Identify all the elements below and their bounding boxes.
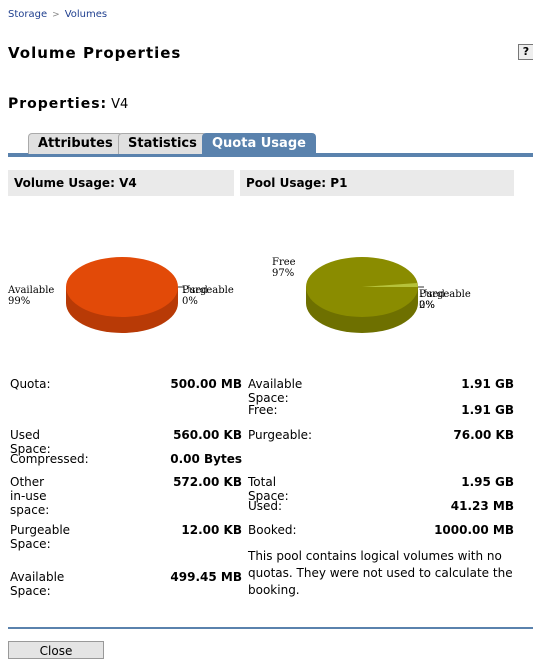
pool-usage-pie-chart — [306, 257, 424, 333]
pool-label-used-name: Used — [419, 289, 445, 300]
row-value: 500.00 MB — [170, 377, 242, 391]
breadcrumb-separator: > — [52, 10, 60, 20]
volume-usage-pie-chart — [66, 257, 184, 333]
row-key: Used: — [248, 499, 283, 513]
row-key: Available Space: — [10, 570, 65, 598]
volume-label-available-pct: 99% — [8, 296, 31, 307]
properties-heading: Properties: V4 — [8, 96, 128, 112]
row-value: 0.00 Bytes — [170, 452, 242, 466]
breadcrumb-storage-link[interactable]: Storage — [8, 9, 47, 20]
row-key: Other in-use space: — [10, 475, 50, 517]
pool-label-free-pct: 97% — [272, 268, 295, 279]
pool-booking-note: This pool contains logical volumes with … — [248, 549, 513, 597]
pool-label-free-name: Free — [272, 257, 296, 268]
breadcrumb: Storage > Volumes — [8, 9, 107, 20]
row-value: 1.91 GB — [461, 403, 514, 417]
row-value: 499.45 MB — [170, 570, 242, 584]
volume-label-purgeable-pct: 0% — [182, 296, 198, 307]
row-key: Quota: — [10, 377, 51, 391]
pool-usage-label: Pool Usage: — [246, 176, 327, 190]
pool-label-used: Used 2% — [419, 289, 445, 311]
breadcrumb-volumes-link[interactable]: Volumes — [65, 9, 107, 20]
row-key: Compressed: — [10, 452, 89, 466]
row-value: 560.00 KB — [173, 428, 242, 442]
row-value: 41.23 MB — [450, 499, 514, 513]
row-value: 1.95 GB — [461, 475, 514, 489]
row-value: 12.00 KB — [181, 523, 242, 537]
row-key: Booked: — [248, 523, 297, 537]
help-icon[interactable]: ? — [518, 44, 533, 60]
row-value: 572.00 KB — [173, 475, 242, 489]
row-key: Free: — [248, 403, 278, 417]
pool-label-used-pct: 2% — [419, 300, 435, 311]
tab-attributes[interactable]: Attributes — [28, 133, 123, 154]
row-key: Purgeable: — [248, 428, 313, 442]
footer-divider — [8, 627, 533, 629]
row-value: 1.91 GB — [461, 377, 514, 391]
row-value: 76.00 KB — [453, 428, 514, 442]
row-key: Available Space: — [248, 377, 303, 405]
properties-value: V4 — [111, 97, 129, 112]
volume-label-used: Used — [182, 285, 208, 296]
volume-usage-value: V4 — [119, 176, 137, 190]
row-key: Purgeable Space: — [10, 523, 71, 551]
pool-label-free: Free 97% — [272, 257, 296, 279]
pool-usage-value: P1 — [330, 176, 348, 190]
volume-label-available-name: Available — [8, 285, 55, 296]
page-title: Volume Properties — [8, 44, 182, 62]
volume-pie-slice-available — [66, 257, 178, 317]
tab-quota-usage[interactable]: Quota Usage — [202, 133, 316, 154]
pool-usage-header: Pool Usage: P1 — [240, 170, 514, 196]
volume-label-used-name: Used — [182, 285, 208, 296]
row-value: 1000.00 MB — [434, 523, 514, 537]
properties-label: Properties: — [8, 96, 108, 112]
tab-statistics[interactable]: Statistics — [118, 133, 207, 154]
volume-label-available: Available 99% — [8, 285, 54, 307]
volume-usage-header: Volume Usage: V4 — [8, 170, 234, 196]
close-button[interactable]: Close — [8, 641, 104, 659]
volume-usage-label: Volume Usage: — [14, 176, 115, 190]
